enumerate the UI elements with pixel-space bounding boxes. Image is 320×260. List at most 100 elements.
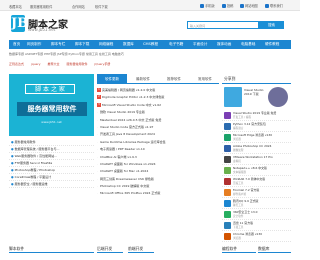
top-link-favorite[interactable]: 收藏本站 [9, 4, 22, 9]
bullet-icon: ● [11, 168, 14, 172]
top-link-server-software[interactable]: 服务器常用软件 [30, 4, 52, 9]
search-input[interactable]: 输入关键词 [187, 21, 259, 29]
list-item[interactable]: Adobe Photoshop CC 2024 图像处理 [222, 143, 291, 154]
section-header[interactable]: 编程软件 [222, 245, 256, 253]
list-item[interactable]: Python 3.12 官方安装包 编程语言 [222, 121, 291, 132]
list-item[interactable]: ●Web服务器软件 / 高性能网站... [9, 153, 94, 160]
list-item[interactable]: ●CorelDraw教程 / 平面设计 [9, 174, 94, 181]
bullet-icon: ● [11, 161, 14, 165]
promo-thumbnail-icon[interactable] [268, 87, 288, 107]
list-item[interactable]: ●服务器安全 / 服务器运维 [9, 181, 94, 188]
item-subtitle: 下载工具 [233, 226, 244, 229]
tag-link[interactable]: jquery [31, 62, 41, 66]
bullet-icon: · [97, 184, 98, 189]
bullet-icon: · [97, 147, 98, 152]
list-item[interactable]: 1 完美编辑器 / 网页编辑器 v1.2.0 中文版 [97, 87, 219, 94]
bullet-icon: · [97, 169, 98, 174]
nav-item[interactable]: 脚本专栏 [51, 40, 65, 49]
banner-caption: www.jb51.net [41, 120, 62, 124]
tab-latest-software[interactable]: 最新软件 [128, 74, 158, 84]
nav-item[interactable]: CMS教程 [143, 40, 158, 49]
tag-link[interactable]: 服务器常用软件 [66, 62, 87, 66]
bullet-icon: ● [11, 147, 14, 151]
list-item[interactable]: 迅雷 11 官方版 下载工具 [222, 220, 291, 231]
list-item[interactable]: WinRAR 7.0 简体中文版 压缩工具 [222, 176, 291, 187]
search-button[interactable]: 搜索 [259, 21, 284, 29]
list-item[interactable]: ●数据库管理系统 / 服务器平台与... [9, 146, 94, 153]
tag-link[interactable]: 正则表达式 [9, 62, 24, 66]
contact-icon [265, 4, 269, 8]
nav-item[interactable]: 首页 [13, 40, 20, 49]
list-item[interactable]: VMware Workstation 17 Pro 虚拟机 [222, 154, 291, 165]
list-item[interactable]: · Visual Studio Code 官方正式版 v1.97 [97, 124, 219, 131]
bullet-icon: ● [11, 154, 14, 158]
list-item[interactable]: · Photoshop CC 2019 破解版 中文版 [97, 183, 219, 190]
list-item[interactable]: · 开发者工具 Java 8 Development 2024 [97, 131, 219, 138]
section-header[interactable]: 前端开发 [128, 245, 154, 253]
item-subtitle: 图像处理 [233, 149, 244, 152]
promo-thumbnail-icon[interactable] [224, 87, 242, 107]
app-icon [224, 178, 231, 185]
tab-recommended[interactable]: 推荐软件 [159, 74, 189, 84]
nav-item[interactable]: 网页制作 [27, 40, 41, 49]
center-tabs: 软件更新 最新软件 推荐软件 常用软件 [97, 74, 219, 84]
list-item[interactable]: 腾讯QQ 9.9 正式版 聊天工具 [222, 198, 291, 209]
bullet-icon: · [97, 154, 98, 159]
list-item[interactable]: Notepad++ v8.6 中文版 文本编辑器 [222, 165, 291, 176]
top-link-submit[interactable]: 投稿 [222, 3, 233, 8]
mobile-icon [200, 4, 204, 8]
nav-item[interactable]: 电脑基础 [241, 40, 255, 49]
list-item[interactable]: 2 DigiCode Graphic Editor v1.2.3 中文绿色版 [97, 94, 219, 101]
list-item[interactable]: Microsoft Edge 浏览器 v130 浏览器 [222, 132, 291, 143]
sub-nav[interactable]: 数据库专题 ASP.NET专题 PHP专题 JSP专题 Python专题 常用工… [9, 52, 291, 58]
logo-icon[interactable]: JB [11, 15, 28, 32]
tag-link[interactable]: 推荐大全 [47, 62, 59, 66]
nav-item[interactable]: 电子书籍 [169, 40, 183, 49]
section-header[interactable]: 数据库 [258, 245, 291, 253]
list-item[interactable]: · Microsoft Office 365 ProPlus 2024 正式版 [97, 190, 219, 197]
list-item[interactable]: · 网页三剑客 Dreamweaver CS6 绿色版 [97, 176, 219, 183]
bullet-icon: · [97, 110, 98, 115]
top-link-sitemap[interactable]: 网站地图 [240, 3, 258, 8]
section-header[interactable]: 后端开发 [97, 245, 123, 253]
nav-item[interactable]: 平面设计 [193, 40, 207, 49]
app-icon [224, 211, 231, 218]
bullet-icon: · [97, 191, 98, 196]
list-item[interactable]: ●Photoshop教程 / Photoshop [9, 167, 94, 174]
nav-item[interactable]: 硬件教程 [265, 40, 279, 49]
list-item[interactable]: Visual Studio 2019 专业版 免费 开发工具 / 编程 [222, 110, 291, 121]
list-item[interactable]: Chrome 浏览器 v130 浏览器 [222, 231, 291, 242]
list-item[interactable]: 360安全卫士 13.0 安全软件 [222, 209, 291, 220]
banner-headline: 服务器常用软件 [17, 102, 87, 116]
list-item[interactable]: · ChatGPT 桌面版 for Mac v1.2024 [97, 168, 219, 175]
nav-item[interactable]: 数据库 [123, 40, 134, 49]
list-item[interactable]: Foxmail 7.2 官方版 邮件客户端 [222, 187, 291, 198]
list-item[interactable]: · ChatGPT 桌面版 for Windows v1.2024 [97, 161, 219, 168]
tag-link[interactable]: jQuery手册 [94, 62, 110, 66]
list-item[interactable]: · Game Runtime Libraries Package 运行库合集 [97, 139, 219, 146]
banner-title: 脚 本 之 家 [25, 84, 75, 94]
bullet-icon: ● [11, 140, 14, 144]
top-link-partners[interactable]: 合作网站 [72, 4, 85, 9]
list-item[interactable]: · 电子阅读器 / PDF Reader v1.10 [97, 146, 219, 153]
top-link-mobile[interactable]: 手机版 [200, 3, 215, 8]
list-item[interactable]: · Masterduel 2024 v26.0.5 中文 正式版 免费 [97, 117, 219, 124]
app-icon [224, 134, 231, 141]
list-item[interactable]: ●FTP服务器 Serv-U FileZilla [9, 160, 94, 167]
list-item[interactable]: ●服务器常用软件 [9, 139, 94, 146]
promo-text[interactable]: Visual Studio 2019 下载 [244, 88, 267, 96]
top-link-contact[interactable]: 联系我们 [265, 3, 283, 8]
item-subtitle: 文本编辑器 [233, 171, 246, 174]
tab-common[interactable]: 常用软件 [190, 74, 220, 84]
tab-software-update[interactable]: 软件更新 [97, 74, 127, 84]
top-link-downloads[interactable]: 软件下载 [95, 4, 108, 9]
list-item[interactable]: 3 Microsoft Visual Studio Code 中文 v1.62 [97, 102, 219, 109]
section-header: 脚本软件 [9, 245, 94, 253]
nav-item[interactable]: 网络编程 [99, 40, 113, 49]
promo-banner[interactable]: 脚 本 之 家 服务器常用软件 www.jb51.net [9, 74, 94, 136]
nav-item[interactable]: 脚本下载 [75, 40, 89, 49]
top-bar: 收藏本站 服务器常用软件 合作网站 软件下载 手机版 投稿 网站地图 联系我们 [0, 0, 300, 11]
nav-item[interactable]: 媒体动画 [217, 40, 231, 49]
list-item[interactable]: · 微软 Visual Studio 2019 专业版 [97, 109, 219, 116]
list-item[interactable]: · ChatBox AI 客户端 v1.9.3 [97, 154, 219, 161]
